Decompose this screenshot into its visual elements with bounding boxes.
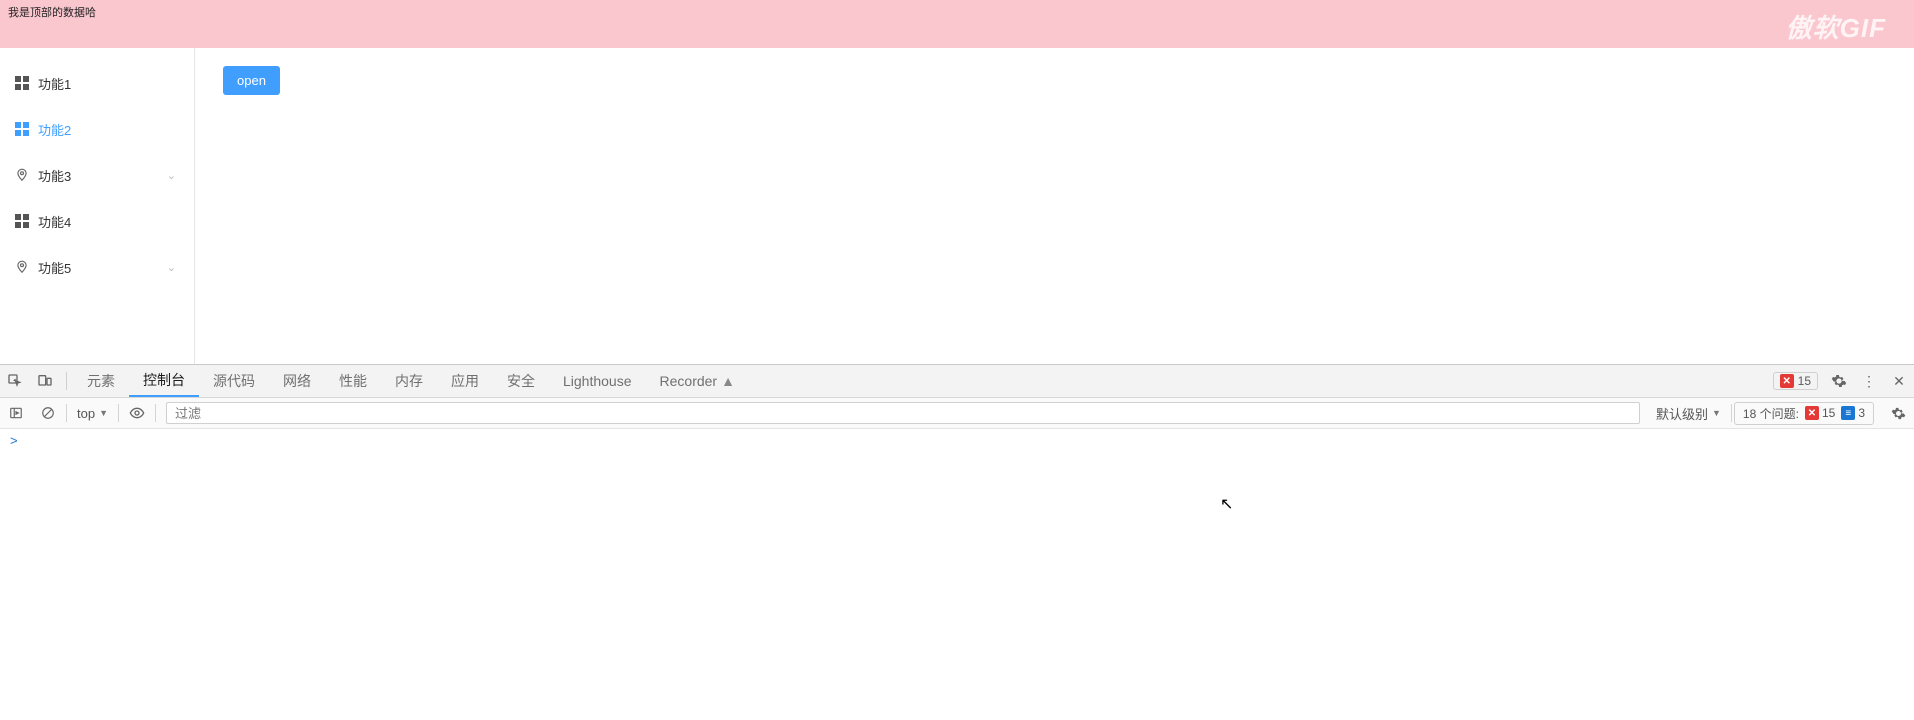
issues-button[interactable]: 18 个问题: ✕ 15 ≡ 3: [1734, 402, 1874, 425]
separator: [1731, 404, 1732, 422]
toggle-sidebar-icon[interactable]: [0, 398, 32, 428]
watermark-text: 傲软GIF: [1786, 8, 1886, 45]
location-icon: [14, 259, 30, 275]
sidebar-item-4[interactable]: 功能4: [0, 198, 194, 244]
chevron-down-icon: ⌄: [167, 169, 176, 182]
console-prompt: >: [10, 433, 18, 448]
sidebar-item-3[interactable]: 功能3 ⌄: [0, 152, 194, 198]
grid-icon: [14, 121, 30, 137]
tab-console[interactable]: 控制台: [129, 365, 199, 397]
flask-icon: ▲: [721, 373, 735, 389]
tab-recorder-label: Recorder: [660, 373, 718, 389]
error-icon: ✕: [1780, 374, 1794, 388]
sidebar-item-label: 功能1: [38, 74, 71, 93]
sidebar-item-label: 功能2: [38, 120, 71, 139]
sidebar-item-2[interactable]: 功能2: [0, 106, 194, 152]
sidebar-item-label: 功能5: [38, 258, 71, 277]
tab-sources[interactable]: 源代码: [199, 365, 269, 397]
triangle-down-icon: ▼: [1712, 408, 1721, 418]
tab-performance[interactable]: 性能: [325, 365, 381, 397]
context-dropdown[interactable]: top ▼: [69, 398, 116, 428]
error-icon: ✕: [1805, 406, 1819, 420]
banner-text: 我是顶部的数据哈: [8, 7, 96, 19]
tab-elements[interactable]: 元素: [73, 365, 129, 397]
console-toolbar: top ▼ 默认级别 ▼ 18 个问题: ✕ 15 ≡ 3: [0, 397, 1914, 429]
separator: [66, 404, 67, 422]
filter-input[interactable]: [166, 402, 1640, 424]
log-level-label: 默认级别: [1656, 404, 1708, 423]
open-button[interactable]: open: [223, 66, 280, 95]
tab-memory[interactable]: 内存: [381, 365, 437, 397]
tab-lighthouse[interactable]: Lighthouse: [549, 365, 646, 397]
separator: [118, 404, 119, 422]
separator: [155, 404, 156, 422]
settings-icon[interactable]: [1824, 365, 1854, 397]
tab-security[interactable]: 安全: [493, 365, 549, 397]
main-content: open: [195, 48, 1914, 364]
close-icon[interactable]: ✕: [1884, 365, 1914, 397]
issues-info-count: 3: [1858, 406, 1865, 420]
console-body[interactable]: >: [0, 429, 1914, 720]
location-icon: [14, 167, 30, 183]
grid-icon: [14, 75, 30, 91]
clear-console-icon[interactable]: [32, 398, 64, 428]
issues-err-count: 15: [1822, 406, 1835, 420]
sidebar: 功能1 功能2 功能3 ⌄ 功能4 功能5 ⌄: [0, 48, 195, 364]
sidebar-item-label: 功能3: [38, 166, 71, 185]
device-toggle-icon[interactable]: [30, 365, 60, 397]
devtools-tabbar: 元素 控制台 源代码 网络 性能 内存 应用 安全 Lighthouse Rec…: [0, 364, 1914, 397]
issues-label: 18 个问题:: [1743, 405, 1799, 422]
chevron-down-icon: ⌄: [167, 261, 176, 274]
error-count: 15: [1798, 374, 1811, 388]
inspect-icon[interactable]: [0, 365, 30, 397]
console-settings-icon[interactable]: [1882, 398, 1914, 428]
context-label: top: [77, 406, 95, 421]
top-banner: 我是顶部的数据哈 傲软GIF: [0, 0, 1914, 48]
triangle-down-icon: ▼: [99, 408, 108, 418]
sidebar-item-1[interactable]: 功能1: [0, 60, 194, 106]
tab-recorder[interactable]: Recorder ▲: [646, 365, 749, 397]
separator: [66, 372, 67, 390]
tab-network[interactable]: 网络: [269, 365, 325, 397]
grid-icon: [14, 213, 30, 229]
more-icon[interactable]: ⋮: [1854, 365, 1884, 397]
error-count-badge[interactable]: ✕ 15: [1773, 372, 1818, 390]
tab-application[interactable]: 应用: [437, 365, 493, 397]
log-level-dropdown[interactable]: 默认级别 ▼: [1648, 398, 1729, 428]
sidebar-item-5[interactable]: 功能5 ⌄: [0, 244, 194, 290]
app-body: 功能1 功能2 功能3 ⌄ 功能4 功能5 ⌄ open: [0, 48, 1914, 364]
info-icon: ≡: [1841, 406, 1855, 420]
sidebar-item-label: 功能4: [38, 212, 71, 231]
live-expression-icon[interactable]: [121, 398, 153, 428]
